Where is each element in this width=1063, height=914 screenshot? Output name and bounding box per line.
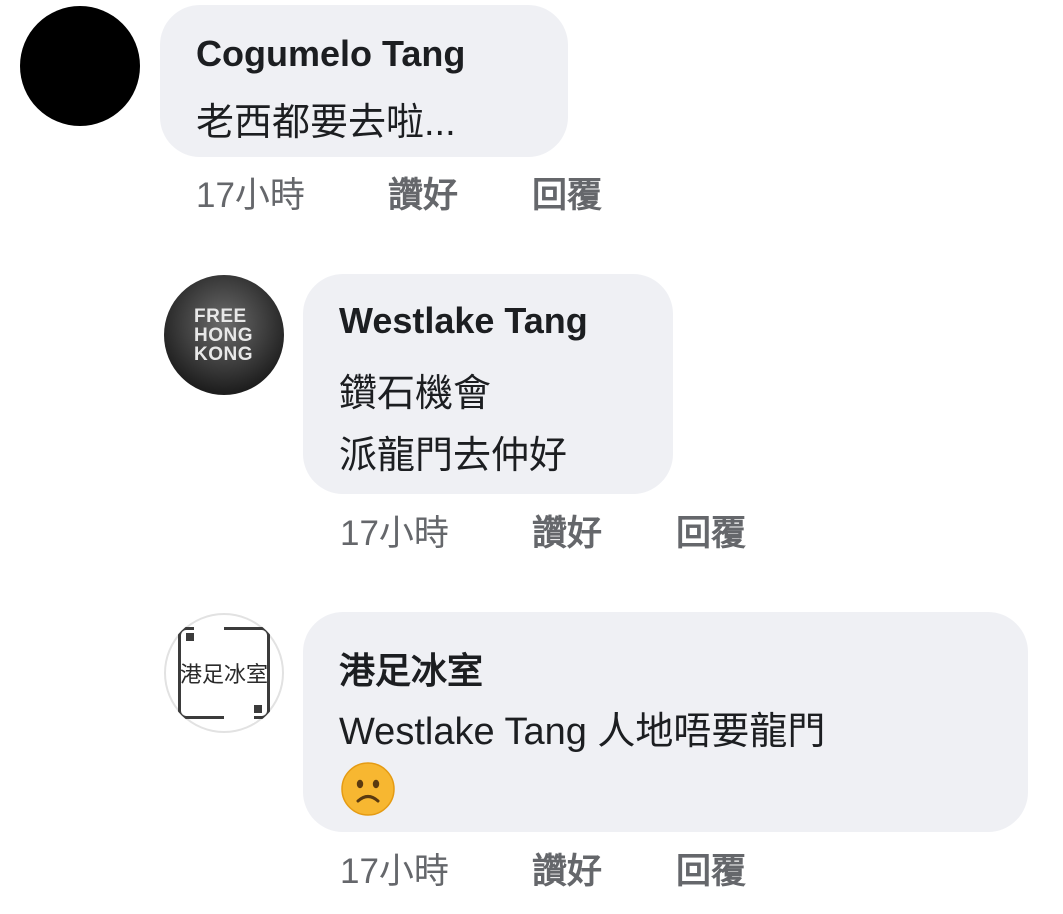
comment-bubble: Cogumelo Tang 老西都要去啦... xyxy=(160,5,568,157)
comment-time[interactable]: 17小時 xyxy=(340,505,449,556)
comment-text: Westlake Tang 人地唔要龍門 xyxy=(339,711,826,753)
reply-button[interactable]: 回覆 xyxy=(676,843,746,894)
comment-time[interactable]: 17小時 xyxy=(340,843,449,894)
like-button[interactable]: 讚好 xyxy=(532,505,602,556)
avatar-text-kong: KONG xyxy=(194,344,253,365)
comment-bubble: Westlake Tang 鑽石機會 派龍門去仲好 xyxy=(303,274,673,494)
comment-author[interactable]: Westlake Tang xyxy=(339,300,588,342)
avatar[interactable]: 港足冰室 xyxy=(164,613,284,733)
logo-corner-mark xyxy=(186,633,194,641)
logo-corner-mark xyxy=(254,705,262,713)
sad-face-emoji xyxy=(341,762,395,816)
comment-text: 老西都要去啦... xyxy=(196,102,456,144)
comment-text-line-1: 鑽石機會 xyxy=(339,373,492,415)
reply-button[interactable]: 回覆 xyxy=(532,167,602,218)
comment-author[interactable]: 港足冰室 xyxy=(339,642,483,694)
comment-text-line-2: 派龍門去仲好 xyxy=(339,435,568,477)
comment-1: Cogumelo Tang 老西都要去啦... 17小時 讚好 回覆 xyxy=(0,0,1063,230)
avatar[interactable]: FREE HONG KONG xyxy=(164,275,284,395)
like-button[interactable]: 讚好 xyxy=(532,843,602,894)
comment-author[interactable]: Cogumelo Tang xyxy=(196,33,465,75)
avatar-logo-text: 港足冰室 xyxy=(179,663,268,688)
reply-button[interactable]: 回覆 xyxy=(676,505,746,556)
comment-time[interactable]: 17小時 xyxy=(196,167,305,218)
avatar-text-hong: HONG xyxy=(194,325,253,346)
like-button[interactable]: 讚好 xyxy=(388,167,458,218)
avatar[interactable] xyxy=(20,6,140,126)
comment-bubble: 港足冰室 Westlake Tang 人地唔要龍門 xyxy=(303,612,1028,832)
avatar-text-free: FREE xyxy=(194,306,247,327)
